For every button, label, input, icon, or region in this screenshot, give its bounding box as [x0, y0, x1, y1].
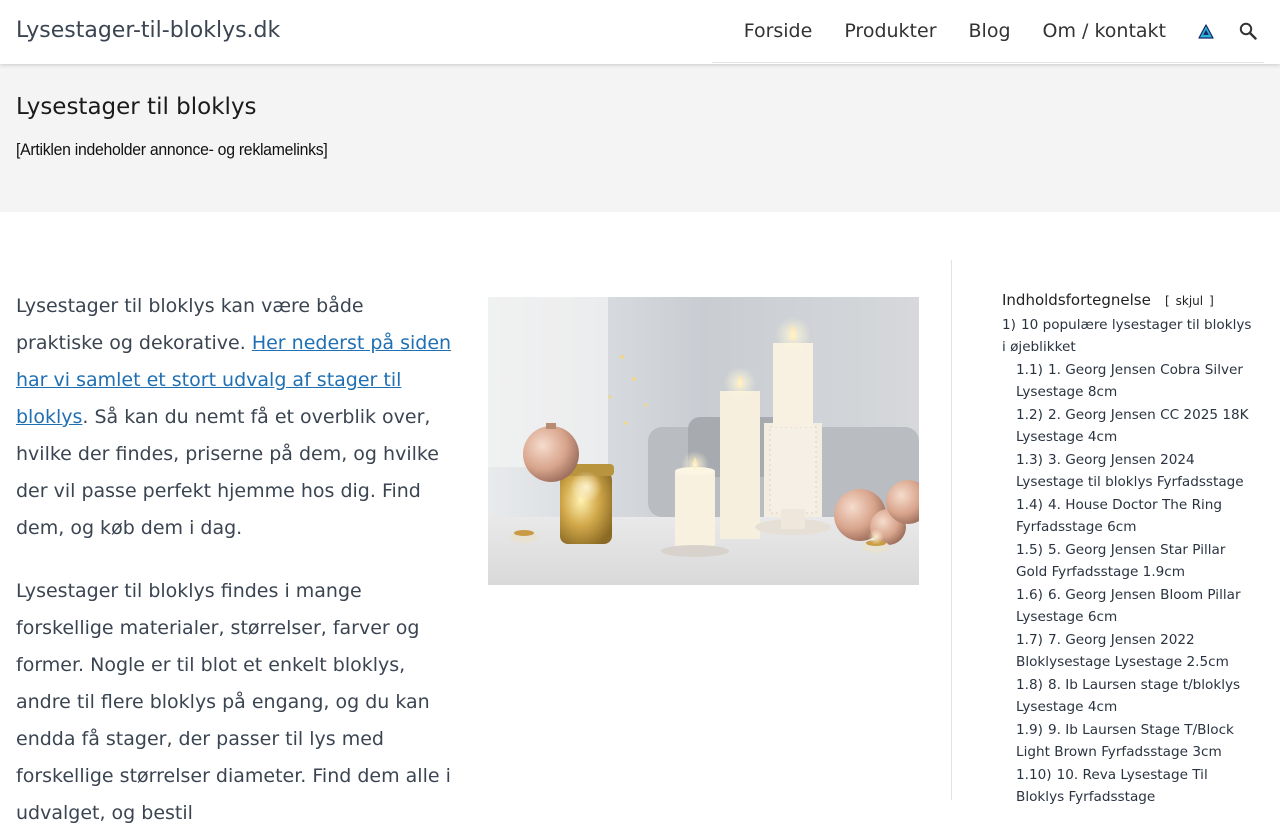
toc-item-number: 1.6): [1016, 587, 1043, 603]
toc-item-number: 1.4): [1016, 497, 1043, 513]
toc-item-label[interactable]: 10 populære lysestager til bloklys i øje…: [1002, 317, 1251, 355]
toc-item[interactable]: 1) 10 populære lysestager til bloklys i ø…: [1002, 315, 1252, 358]
toc-toggle[interactable]: [ skjul]: [1162, 294, 1217, 308]
toc-item-label[interactable]: 3. Georg Jensen 2024 Lysestage til blokl…: [1016, 452, 1244, 490]
toc-item-label[interactable]: 6. Georg Jensen Bloom Pillar Lysestage 6…: [1016, 587, 1241, 625]
toc-item-number: 1.10): [1016, 767, 1052, 783]
site-header: Lysestager-til-bloklys.dk Forside Produk…: [0, 0, 1280, 64]
toc-item-number: 1.9): [1016, 722, 1043, 738]
ad-disclaimer: [Artiklen indeholder annonce- og reklame…: [16, 140, 328, 159]
toc-item[interactable]: 1.6) 6. Georg Jensen Bloom Pillar Lysesta…: [1002, 585, 1252, 628]
toc-item-label[interactable]: 4. House Doctor The Ring Fyrfadsstage 6c…: [1016, 497, 1222, 535]
toc-item[interactable]: 1.5) 5. Georg Jensen Star Pillar Gold Fyr…: [1002, 540, 1252, 583]
toc-item-number: 1.3): [1016, 452, 1043, 468]
toc-item-number: 1.7): [1016, 632, 1043, 648]
toc-item-label[interactable]: 8. Ib Laursen stage t/bloklys Lysestage …: [1016, 677, 1240, 715]
toc-bracket-close: ]: [1209, 294, 1214, 308]
toc-item[interactable]: 1.8) 8. Ib Laursen stage t/bloklys Lysest…: [1002, 675, 1252, 718]
site-title-link[interactable]: Lysestager-til-bloklys.dk: [16, 18, 280, 43]
toc-item-number: 1.5): [1016, 542, 1043, 558]
toc-item[interactable]: 1.4) 4. House Doctor The Ring Fyrfadsstag…: [1002, 495, 1252, 538]
toc-item-label[interactable]: 7. Georg Jensen 2022 Bloklysestage Lyses…: [1016, 632, 1229, 670]
warning-triangle-icon[interactable]: [1190, 15, 1222, 47]
intro-paragraph: Lysestager til bloklys kan være både pra…: [16, 288, 454, 547]
nav-item-forside[interactable]: Forside: [728, 20, 829, 42]
toc-toggle-label[interactable]: skjul: [1176, 294, 1203, 308]
toc-item-number: 1.8): [1016, 677, 1043, 693]
toc-item-number: 1.1): [1016, 362, 1043, 378]
second-paragraph: Lysestager til bloklys findes i mange fo…: [16, 580, 451, 824]
toc-item[interactable]: 1.3) 3. Georg Jensen 2024 Lysestage til b…: [1002, 450, 1252, 493]
toc-item[interactable]: 1.1) 1. Georg Jensen Cobra Silver Lysesta…: [1002, 360, 1252, 403]
page-title: Lysestager til bloklys: [16, 94, 257, 120]
toc-item[interactable]: 1.2) 2. Georg Jensen CC 2025 18K Lysestag…: [1002, 405, 1252, 448]
nav-item-blog[interactable]: Blog: [953, 20, 1027, 42]
toc-title: Indholdsfortegnelse: [1002, 291, 1151, 309]
sidebar-divider: [951, 260, 952, 800]
toc-item[interactable]: 1.7) 7. Georg Jensen 2022 Bloklysestage L…: [1002, 630, 1252, 673]
toc-item-label[interactable]: 1. Georg Jensen Cobra Silver Lysestage 8…: [1016, 362, 1243, 400]
page-hero: Lysestager til bloklys [Artiklen indehol…: [0, 64, 1280, 212]
toc-item-number: 1): [1002, 317, 1016, 333]
toc-item-label[interactable]: 9. Ib Laursen Stage T/Block Light Brown …: [1016, 722, 1234, 760]
toc-item[interactable]: 1.9) 9. Ib Laursen Stage T/Block Light Br…: [1002, 720, 1252, 763]
toc-item-label[interactable]: 2. Georg Jensen CC 2025 18K Lysestage 4c…: [1016, 407, 1249, 445]
toc-list: 1) 10 populære lysestager til bloklys i ø…: [1002, 315, 1252, 808]
toc-item[interactable]: 1.10) 10. Reva Lysestage Til Bloklys Fyrf…: [1002, 765, 1252, 808]
toc-item-label[interactable]: 5. Georg Jensen Star Pillar Gold Fyrfads…: [1016, 542, 1225, 580]
toc-item-number: 1.2): [1016, 407, 1043, 423]
main-nav: Forside Produkter Blog Om / kontakt: [711, 0, 1264, 63]
search-icon[interactable]: [1232, 15, 1264, 47]
toc-header: Indholdsfortegnelse [ skjul]: [1002, 290, 1252, 309]
toc-bracket-open: [: [1164, 294, 1170, 308]
candles-photo: [488, 297, 919, 585]
table-of-contents: Indholdsfortegnelse [ skjul] 1) 10 populær…: [1002, 290, 1252, 810]
nav-item-produkter[interactable]: Produkter: [828, 20, 952, 42]
nav-item-om-kontakt[interactable]: Om / kontakt: [1027, 20, 1182, 42]
